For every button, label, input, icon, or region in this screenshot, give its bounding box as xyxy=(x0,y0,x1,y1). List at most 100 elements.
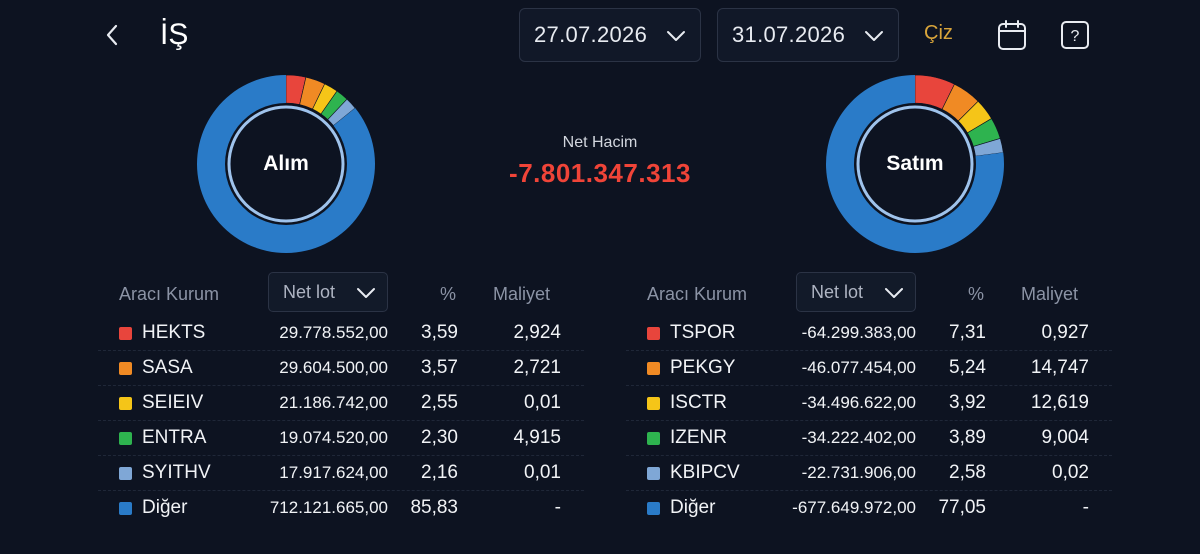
buy-metric-select[interactable]: Net lot xyxy=(268,272,388,312)
draw-button[interactable]: Çiz xyxy=(924,22,953,45)
chevron-left-icon xyxy=(106,24,118,46)
buy-donut-label: Alım xyxy=(263,152,309,175)
net-lot-value: -64.299.383,00 xyxy=(801,323,916,342)
cost-value: 0,02 xyxy=(1052,462,1089,483)
table-row[interactable]: Diğer -677.649.972,00 77,05 - xyxy=(626,491,1112,526)
table-row[interactable]: IZENR -34.222.402,00 3,89 9,004 xyxy=(626,421,1112,456)
percent-value: 3,59 xyxy=(421,322,458,343)
net-lot-value: -22.731.906,00 xyxy=(801,463,916,482)
end-date-select[interactable]: 31.07.2026 xyxy=(717,8,899,62)
percent-value: 2,55 xyxy=(421,392,458,413)
broker-name: SYITHV xyxy=(142,462,211,483)
color-swatch xyxy=(119,467,132,480)
top-bar: İŞ 27.07.2026 31.07.2026 Çiz ? xyxy=(0,0,1200,70)
back-button[interactable] xyxy=(96,18,128,52)
color-swatch xyxy=(119,327,132,340)
broker-name: Diğer xyxy=(670,497,716,518)
page-title: İŞ xyxy=(160,18,189,51)
broker-name: HEKTS xyxy=(142,322,206,343)
net-lot-value: 19.074.520,00 xyxy=(279,428,388,447)
percent-value: 2,16 xyxy=(421,462,458,483)
cost-value: 2,721 xyxy=(513,357,561,378)
net-lot-value: 29.604.500,00 xyxy=(279,358,388,377)
net-lot-value: -34.496.622,00 xyxy=(801,393,916,412)
help-button[interactable]: ? xyxy=(1059,18,1091,52)
net-volume: Net Hacim -7.801.347.313 xyxy=(470,134,730,189)
buy-donut-chart: Alım xyxy=(196,74,376,254)
buy-table: Aracı Kurum Net lot % Maliyet HEKTS 29.77… xyxy=(98,270,584,526)
net-volume-label: Net Hacim xyxy=(562,134,638,151)
percent-value: 85,83 xyxy=(410,497,458,518)
color-swatch xyxy=(119,432,132,445)
color-swatch xyxy=(119,502,132,515)
color-swatch xyxy=(647,362,660,375)
table-row[interactable]: Diğer 712.121.665,00 85,83 - xyxy=(98,491,584,526)
percent-value: 7,31 xyxy=(949,322,986,343)
table-row[interactable]: SASA 29.604.500,00 3,57 2,721 xyxy=(98,351,584,386)
broker-name: Diğer xyxy=(142,497,188,518)
buy-metric-value: Net lot xyxy=(283,281,336,302)
broker-name: ISCTR xyxy=(670,392,727,413)
percent-value: 77,05 xyxy=(938,497,986,518)
cost-value: 14,747 xyxy=(1030,357,1089,378)
svg-text:?: ? xyxy=(1071,28,1080,45)
cost-value: - xyxy=(554,497,561,518)
cost-value: 9,004 xyxy=(1041,427,1089,448)
table-row[interactable]: HEKTS 29.778.552,00 3,59 2,924 xyxy=(98,316,584,351)
percent-column-header: % xyxy=(440,284,457,304)
sell-metric-select[interactable]: Net lot xyxy=(796,272,916,312)
cost-value: 0,01 xyxy=(524,462,561,483)
broker-column-header: Aracı Kurum xyxy=(647,284,748,304)
sell-donut-chart: Satım xyxy=(825,74,1005,254)
sell-table-body: TSPOR -64.299.383,00 7,31 0,927 PEKGY -46.077… xyxy=(626,316,1112,526)
broker-name: ENTRA xyxy=(142,427,207,448)
chevron-down-icon xyxy=(885,288,903,298)
calendar-button[interactable] xyxy=(996,18,1028,52)
buy-table-header: Aracı Kurum Net lot % Maliyet xyxy=(98,270,584,316)
cost-value: 2,924 xyxy=(513,322,561,343)
table-row[interactable]: PEKGY -46.077.454,00 5,24 14,747 xyxy=(626,351,1112,386)
cost-value: 0,01 xyxy=(524,392,561,413)
table-row[interactable]: KBIPCV -22.731.906,00 2,58 0,02 xyxy=(626,456,1112,491)
sell-table-header: Aracı Kurum Net lot % Maliyet xyxy=(626,270,1112,316)
net-lot-value: -46.077.454,00 xyxy=(801,358,916,377)
color-swatch xyxy=(647,397,660,410)
color-swatch xyxy=(647,502,660,515)
calendar-icon xyxy=(998,20,1026,50)
color-swatch xyxy=(119,397,132,410)
table-row[interactable]: TSPOR -64.299.383,00 7,31 0,927 xyxy=(626,316,1112,351)
net-volume-value: -7.801.347.313 xyxy=(509,158,691,188)
cost-value: 4,915 xyxy=(513,427,561,448)
chevron-down-icon xyxy=(357,288,375,298)
percent-value: 5,24 xyxy=(949,357,986,378)
percent-value: 3,89 xyxy=(949,427,986,448)
broker-name: SEIEIV xyxy=(142,392,204,413)
cost-column-header: Maliyet xyxy=(493,284,551,304)
cost-value: - xyxy=(1082,497,1089,518)
table-row[interactable]: ISCTR -34.496.622,00 3,92 12,619 xyxy=(626,386,1112,421)
cost-column-header: Maliyet xyxy=(1021,284,1079,304)
net-lot-value: 21.186.742,00 xyxy=(279,393,388,412)
net-lot-value: 29.778.552,00 xyxy=(279,323,388,342)
percent-value: 3,92 xyxy=(949,392,986,413)
broker-name: PEKGY xyxy=(670,357,736,378)
color-swatch xyxy=(647,432,660,445)
net-lot-value: 712.121.665,00 xyxy=(269,498,388,517)
table-row[interactable]: SEIEIV 21.186.742,00 2,55 0,01 xyxy=(98,386,584,421)
broker-name: TSPOR xyxy=(670,322,736,343)
table-row[interactable]: ENTRA 19.074.520,00 2,30 4,915 xyxy=(98,421,584,456)
color-swatch xyxy=(647,467,660,480)
sell-table: Aracı Kurum Net lot % Maliyet TSPOR -64.2… xyxy=(626,270,1112,526)
buy-table-body: HEKTS 29.778.552,00 3,59 2,924 SASA 29.604.50… xyxy=(98,316,584,526)
broker-name: SASA xyxy=(142,357,193,378)
percent-value: 2,30 xyxy=(421,427,458,448)
start-date-value: 27.07.2026 xyxy=(534,22,648,47)
help-icon: ? xyxy=(1061,21,1089,49)
percent-column-header: % xyxy=(968,284,985,304)
net-lot-value: -34.222.402,00 xyxy=(801,428,916,447)
start-date-select[interactable]: 27.07.2026 xyxy=(519,8,701,62)
broker-name: IZENR xyxy=(670,427,727,448)
broker-name: KBIPCV xyxy=(670,462,740,483)
broker-column-header: Aracı Kurum xyxy=(119,284,220,304)
table-row[interactable]: SYITHV 17.917.624,00 2,16 0,01 xyxy=(98,456,584,491)
